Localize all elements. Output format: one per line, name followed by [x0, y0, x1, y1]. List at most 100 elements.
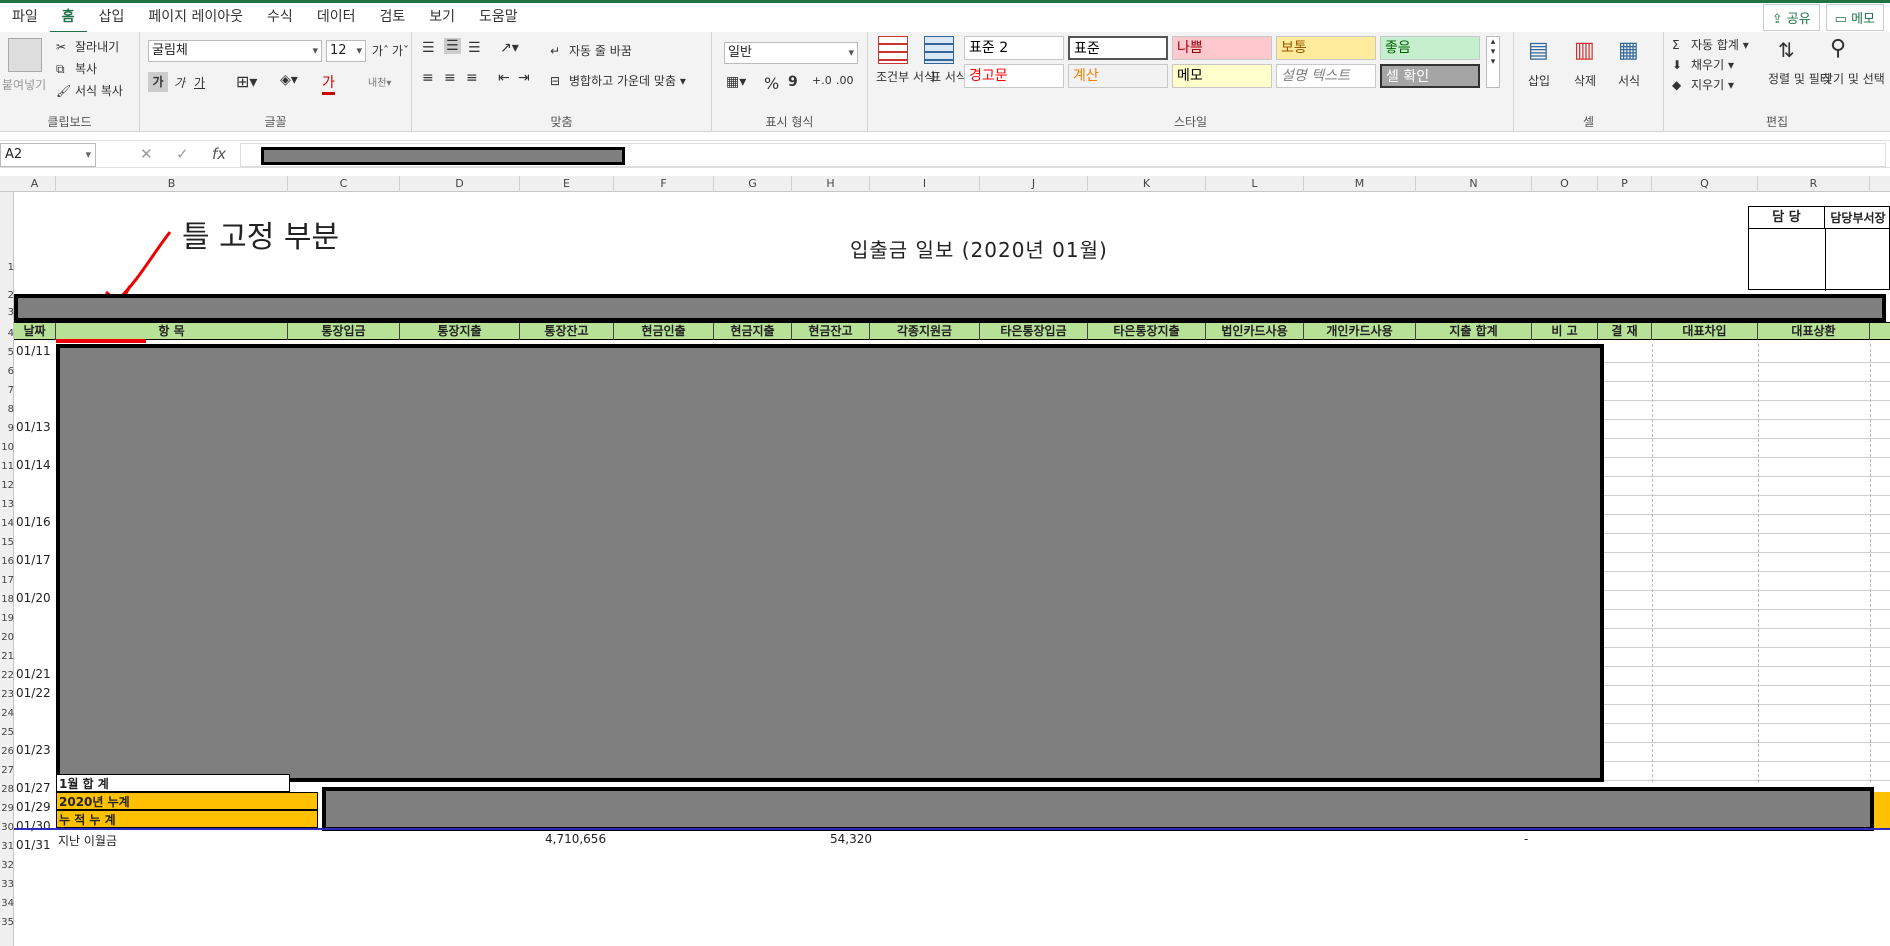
header-cell-O[interactable]: 비 고	[1532, 323, 1598, 340]
bold-button[interactable]: 가	[148, 72, 168, 92]
row-header-22[interactable]: 22	[0, 670, 14, 681]
underline-button[interactable]: 가	[194, 74, 205, 91]
indent-increase-icon[interactable]: ⇥	[518, 70, 530, 86]
header-cell-J[interactable]: 타은통장입금	[980, 323, 1088, 340]
enter-icon[interactable]: ✓	[176, 145, 189, 163]
date-cell[interactable]: 01/20	[16, 591, 51, 605]
style-neutral[interactable]: 보통	[1276, 36, 1376, 60]
style-explanatory[interactable]: 설명 텍스트	[1276, 64, 1376, 88]
merge-center-button[interactable]: ⊟ 병합하고 가운데 맞춤 ▾	[550, 72, 686, 90]
indent-decrease-icon[interactable]: ⇤	[498, 70, 510, 86]
menu-formulas[interactable]: 수식	[255, 2, 305, 34]
row-header-6[interactable]: 6	[0, 366, 14, 377]
format-painter-button[interactable]: 🖌 서식 복사	[56, 82, 123, 100]
style-check-cell[interactable]: 셀 확인	[1380, 64, 1480, 88]
decimal-decrease-icon[interactable]: .00	[836, 74, 854, 87]
style-normal[interactable]: 표준	[1068, 36, 1168, 60]
header-cell-E[interactable]: 통장잔고	[520, 323, 614, 340]
fx-icon[interactable]: fx	[212, 145, 226, 163]
style-good[interactable]: 좋음	[1380, 36, 1480, 60]
row-header-28[interactable]: 28	[0, 784, 14, 795]
header-cell-N[interactable]: 지출 합계	[1416, 323, 1532, 340]
style-calc[interactable]: 계산	[1068, 64, 1168, 88]
header-cell-P[interactable]: 결 재	[1598, 323, 1652, 340]
row-header-31[interactable]: 31	[0, 841, 14, 852]
column-header-R[interactable]: R	[1758, 176, 1870, 192]
column-header-J[interactable]: J	[980, 176, 1088, 192]
menu-review[interactable]: 검토	[367, 2, 417, 34]
font-name-select[interactable]: 굴림체	[148, 40, 322, 62]
menu-view[interactable]: 보기	[417, 2, 467, 34]
date-cell[interactable]: 01/17	[16, 553, 51, 567]
header-cell-R[interactable]: 대표상환	[1758, 323, 1870, 340]
row-header-10[interactable]: 10	[0, 442, 14, 453]
row-header-21[interactable]: 21	[0, 651, 14, 662]
row-header-27[interactable]: 27	[0, 765, 14, 776]
conditional-format-button[interactable]: 조건부 서식	[876, 70, 935, 84]
font-grow-icon[interactable]: 가ˆ	[372, 42, 389, 59]
row-header-11[interactable]: 11	[0, 461, 14, 472]
column-header-O[interactable]: O	[1532, 176, 1598, 192]
row-header-18[interactable]: 18	[0, 594, 14, 605]
date-cell[interactable]: 01/31	[16, 838, 51, 852]
row-header-33[interactable]: 33	[0, 879, 14, 890]
column-header-M[interactable]: M	[1304, 176, 1416, 192]
row-header-8[interactable]: 8	[0, 404, 14, 415]
worksheet[interactable]: ABCDEFGHIJKLMNOPQR 1 2 3 4 5 6 7 8 9 10 11 12 13 14 15…	[0, 176, 1890, 946]
menu-help[interactable]: 도움말	[467, 2, 530, 34]
row-header-35[interactable]: 35	[0, 917, 14, 928]
column-header-E[interactable]: E	[520, 176, 614, 192]
style-warning[interactable]: 경고문	[964, 64, 1064, 88]
date-cell[interactable]: 01/27	[16, 781, 51, 795]
date-cell[interactable]: 01/23	[16, 743, 51, 757]
date-cell[interactable]: 01/14	[16, 458, 51, 472]
row-header-3[interactable]: 3	[0, 307, 14, 318]
row-header-2[interactable]: 2	[0, 290, 14, 301]
row-header-26[interactable]: 26	[0, 746, 14, 757]
header-cell-H[interactable]: 현금잔고	[792, 323, 870, 340]
header-cell-D[interactable]: 통장지출	[400, 323, 520, 340]
style-bad[interactable]: 나쁨	[1172, 36, 1272, 60]
column-header-H[interactable]: H	[792, 176, 870, 192]
date-cell[interactable]: 01/30	[16, 819, 51, 833]
copy-button[interactable]: ⧉ 복사	[56, 60, 97, 78]
date-cell[interactable]: 01/29	[16, 800, 51, 814]
fill-color-icon[interactable]: ◈▾	[280, 72, 298, 88]
menu-home[interactable]: 홈	[49, 2, 87, 34]
memo-button[interactable]: ▭ 메모	[1825, 4, 1884, 31]
row-header-14[interactable]: 14	[0, 518, 14, 529]
align-right-icon[interactable]: ≡	[466, 70, 478, 86]
menu-insert[interactable]: 삽입	[87, 2, 137, 34]
formula-input[interactable]	[240, 143, 1886, 167]
autosum-button[interactable]: Σ 자동 합계 ▾	[1672, 36, 1749, 54]
paste-button[interactable]: 붙여넣기	[2, 76, 46, 93]
column-header-C[interactable]: C	[288, 176, 400, 192]
column-header-B[interactable]: B	[56, 176, 288, 192]
column-header-G[interactable]: G	[714, 176, 792, 192]
align-middle-icon[interactable]: ☰	[444, 38, 461, 54]
currency-icon[interactable]: ▦▾	[726, 74, 746, 90]
date-cell[interactable]: 01/21	[16, 667, 51, 681]
percent-button[interactable]: %	[764, 74, 779, 93]
menu-data[interactable]: 데이터	[305, 2, 368, 34]
number-format-select[interactable]: 일반	[724, 42, 858, 64]
border-icon[interactable]: ⊞▾	[236, 72, 257, 91]
font-size-select[interactable]: 12	[326, 40, 366, 62]
cut-button[interactable]: ✂ 잘라내기	[56, 38, 119, 56]
row-header-32[interactable]: 32	[0, 860, 14, 871]
name-box[interactable]: A2	[0, 143, 96, 167]
share-button[interactable]: ⇪ 공유	[1762, 4, 1820, 31]
style-normal2[interactable]: 표준 2	[964, 36, 1064, 60]
row-header-20[interactable]: 20	[0, 632, 14, 643]
column-header-P[interactable]: P	[1598, 176, 1652, 192]
header-cell-C[interactable]: 통장입금	[288, 323, 400, 340]
comma-button[interactable]: 9	[788, 74, 798, 90]
cancel-icon[interactable]: ✕	[140, 145, 153, 163]
menu-file[interactable]: 파일	[0, 2, 50, 34]
column-header-L[interactable]: L	[1206, 176, 1304, 192]
style-gallery-scroll[interactable]: ▴ ▾ ▾	[1486, 36, 1500, 88]
phonetic-icon[interactable]: 내천▾	[368, 74, 391, 89]
header-cell-G[interactable]: 현금지출	[714, 323, 792, 340]
style-note[interactable]: 메모	[1172, 64, 1272, 88]
row-header-9[interactable]: 9	[0, 423, 14, 434]
